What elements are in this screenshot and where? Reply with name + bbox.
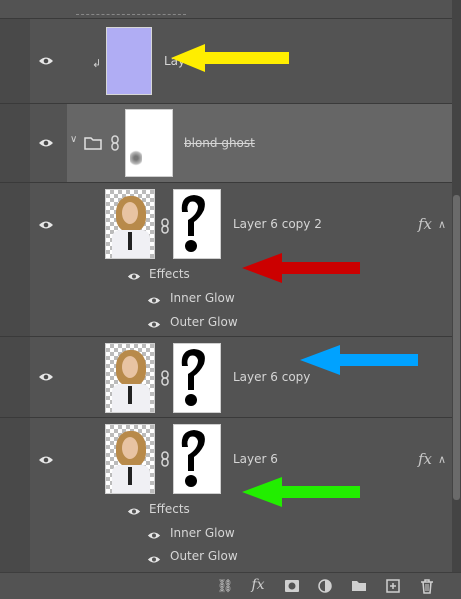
effect-outer-glow[interactable]: Outer Glow xyxy=(170,549,238,563)
group-mask-thumbnail xyxy=(125,109,173,177)
layer-row-layer6-copy[interactable]: Layer 6 copy xyxy=(0,337,452,418)
visibility-eye-icon[interactable] xyxy=(38,56,54,66)
clipping-arrow-icon: ↲ xyxy=(92,57,102,70)
effect-inner-glow[interactable]: Inner Glow xyxy=(170,291,235,305)
layer-row-layer7[interactable]: ↲ Layer 7 xyxy=(0,19,452,104)
effect-inner-glow[interactable]: Inner Glow xyxy=(170,526,235,540)
link-chain-icon[interactable] xyxy=(159,451,171,467)
layer-row-partial xyxy=(0,0,452,19)
visibility-eye-icon[interactable] xyxy=(127,272,141,281)
visibility-eye-icon[interactable] xyxy=(38,220,54,230)
effects-label[interactable]: Effects xyxy=(149,502,190,516)
chevron-up-icon[interactable]: ∧ xyxy=(438,218,446,231)
visibility-eye-icon[interactable] xyxy=(147,555,161,564)
visibility-eye-icon[interactable] xyxy=(147,531,161,540)
fx-icon[interactable]: fx xyxy=(249,577,267,593)
scrollbar-thumb[interactable] xyxy=(453,195,460,500)
link-icon[interactable]: ⛓ xyxy=(216,579,234,595)
visibility-eye-icon[interactable] xyxy=(147,296,161,305)
folder-icon[interactable] xyxy=(350,579,368,595)
folder-icon xyxy=(84,137,102,150)
adjustment-icon[interactable] xyxy=(316,579,334,595)
layer-row-layer6[interactable]: Layer 6 fx ∧ Effects Inner Glow Outer Gl… xyxy=(0,418,452,572)
group-name[interactable]: blond ghost xyxy=(184,136,255,150)
red-arrow-annotation xyxy=(242,253,360,283)
layers-bottom-toolbar: ⛓ fx xyxy=(0,572,461,599)
chevron-up-icon[interactable]: ∧ xyxy=(438,453,446,466)
layer-photo-thumbnail xyxy=(105,189,155,259)
green-arrow-annotation xyxy=(242,477,360,507)
link-chain-icon[interactable] xyxy=(159,370,171,386)
layer-name[interactable]: Layer 6 xyxy=(233,452,278,466)
layer-thumbnail xyxy=(106,27,152,95)
layer-photo-thumbnail xyxy=(105,424,155,494)
toolbar-icons-partial xyxy=(76,2,186,15)
visibility-eye-icon[interactable] xyxy=(38,455,54,465)
effect-outer-glow[interactable]: Outer Glow xyxy=(170,315,238,329)
fx-icon[interactable]: fx xyxy=(418,450,432,468)
trash-icon[interactable] xyxy=(418,579,436,595)
layer-row-group[interactable]: ∨ blond ghost xyxy=(0,104,452,183)
layer-row-layer6-copy2[interactable]: Layer 6 copy 2 fx ∧ Effects Inner Glow O… xyxy=(0,183,452,337)
blue-arrow-annotation xyxy=(300,345,418,375)
layer-photo-thumbnail xyxy=(105,343,155,413)
link-chain-icon[interactable] xyxy=(109,135,121,151)
layer-mask-thumbnail xyxy=(173,189,221,259)
visibility-eye-icon[interactable] xyxy=(38,372,54,382)
layers-panel: ↲ Layer 7 ∨ blond ghost xyxy=(0,0,461,599)
effects-label[interactable]: Effects xyxy=(149,267,190,281)
new-layer-icon[interactable] xyxy=(384,579,402,595)
yellow-arrow-annotation xyxy=(171,44,289,72)
chevron-down-icon[interactable]: ∨ xyxy=(70,134,77,145)
fx-icon[interactable]: fx xyxy=(418,215,432,233)
layer-mask-thumbnail xyxy=(173,424,221,494)
visibility-eye-icon[interactable] xyxy=(147,320,161,329)
visibility-eye-icon[interactable] xyxy=(38,138,54,148)
layer-name[interactable]: Layer 6 copy 2 xyxy=(233,217,322,231)
link-chain-icon[interactable] xyxy=(159,218,171,234)
visibility-eye-icon[interactable] xyxy=(127,507,141,516)
mask-icon[interactable] xyxy=(283,579,301,595)
layer-mask-thumbnail xyxy=(173,343,221,413)
layer-name[interactable]: Layer 6 copy xyxy=(233,370,310,384)
